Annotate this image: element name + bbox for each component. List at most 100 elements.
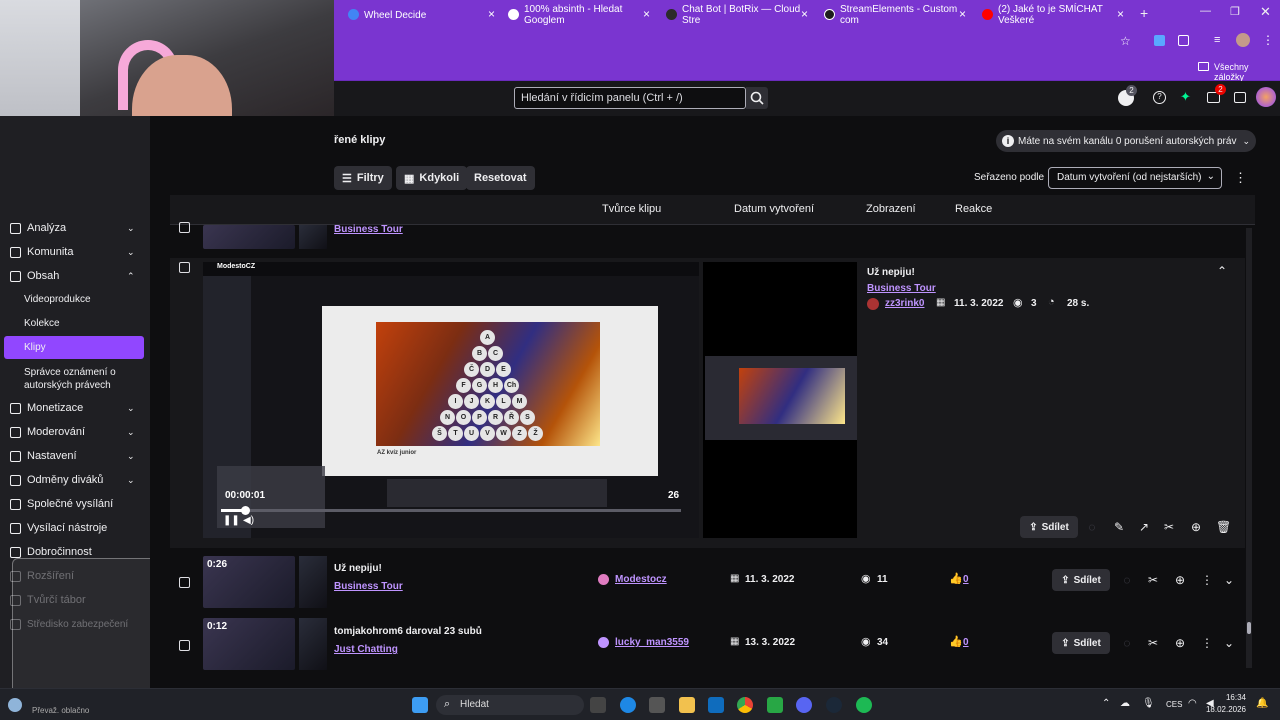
bits-icon[interactable]: ✦ (1180, 89, 1191, 105)
scissors-icon[interactable]: ✂ (1146, 636, 1160, 650)
scrollbar-thumb[interactable] (1247, 622, 1251, 634)
close-tab-icon[interactable]: × (488, 7, 495, 21)
clip-thumbnail[interactable]: 0:26 (203, 556, 295, 608)
clip-thumbnail[interactable]: 0:12 (203, 618, 295, 670)
extensions-puzzle-icon[interactable] (1178, 35, 1189, 46)
language-indicator[interactable]: CES (1166, 700, 1182, 709)
weather-icon[interactable] (8, 698, 22, 712)
search-button[interactable] (746, 87, 768, 109)
edit-icon[interactable]: ✎ (1112, 520, 1126, 534)
clip-thumbnail[interactable] (203, 225, 295, 249)
sidebar-sub-copyright[interactable]: Správce oznámení o autorských právech (0, 366, 128, 392)
clip-reactions[interactable]: 0 (963, 574, 969, 585)
collapse-icon[interactable]: ⌃ (1217, 264, 1227, 278)
outlook-icon[interactable] (708, 697, 724, 713)
add-icon[interactable]: ⊕ (1173, 636, 1187, 650)
clip-reactions[interactable]: 0 (963, 637, 969, 648)
sidebar-item-obsah[interactable]: Obsah ⌃ (0, 265, 150, 287)
app-icon[interactable] (767, 697, 783, 713)
sidebar-item-spolecne[interactable]: Společné vysílání (0, 493, 150, 515)
date-range-button[interactable]: ▦ Kdykoli (396, 166, 468, 190)
reset-button[interactable]: Resetovat (466, 166, 535, 190)
chevron-down-icon[interactable]: ⌄ (1222, 636, 1236, 650)
player-progress-track[interactable] (221, 509, 681, 512)
pause-icon[interactable]: ❚❚ (223, 515, 240, 526)
clip-creator-link[interactable]: lucky_man3559 (615, 637, 689, 648)
delete-icon[interactable]: 🗑 (1216, 520, 1231, 534)
row-checkbox[interactable] (179, 577, 190, 588)
star-icon[interactable]: ☆ (1120, 34, 1131, 48)
close-tab-icon[interactable]: × (801, 7, 808, 21)
close-tab-icon[interactable]: × (643, 7, 650, 21)
clip-creator-link[interactable]: Modestocz (615, 574, 667, 585)
clip-video-player[interactable]: ModestoCZ A B C Č D E F G H Ch I J K L M N O P R Ř S Š T U V W Z Ž … (203, 262, 699, 538)
spotify-icon[interactable] (856, 697, 872, 713)
task-view-icon[interactable] (590, 697, 606, 713)
sidebar-sub-videoprodukce[interactable]: Videoprodukce (0, 294, 150, 305)
minimize-icon[interactable]: — (1200, 5, 1211, 17)
sidebar-item-komunita[interactable]: Komunita ⌄ (0, 241, 150, 263)
sidebar-item-vysilaci[interactable]: Vysílací nástroje (0, 517, 150, 539)
file-explorer-icon[interactable] (679, 697, 695, 713)
browser-tab[interactable]: Wheel Decide × (346, 3, 501, 27)
all-bookmarks-link[interactable]: Všechny záložky (1214, 62, 1280, 82)
sidebar-sub-klipy[interactable]: Klipy (0, 342, 150, 353)
external-link-icon[interactable]: ↗ (1137, 520, 1151, 534)
sort-select[interactable]: Datum vytvoření (od nejstarších) ⌄ (1048, 167, 1222, 189)
clip-category-link[interactable]: Business Tour (334, 224, 403, 235)
sidebar-item-nastaveni[interactable]: Nastavení ⌄ (0, 445, 150, 467)
sidebar-item-moderovani[interactable]: Moderování ⌄ (0, 421, 150, 443)
help-icon[interactable]: ? (1153, 91, 1166, 104)
close-tab-icon[interactable]: × (959, 7, 966, 21)
discord-icon[interactable] (796, 697, 812, 713)
browser-menu-icon[interactable]: ⋮ (1262, 33, 1274, 47)
sidebar-item-monetizace[interactable]: Monetizace ⌄ (0, 397, 150, 419)
sidebar-sub-kolekce[interactable]: Kolekce (0, 318, 150, 329)
add-icon[interactable]: ⊕ (1189, 520, 1203, 534)
clip-category-link[interactable]: Business Tour (334, 581, 403, 592)
more-options-icon[interactable]: ⋮ (1234, 170, 1247, 186)
windows-start-icon[interactable] (412, 697, 428, 713)
maximize-icon[interactable]: ❐ (1230, 5, 1240, 18)
chevron-down-icon[interactable]: ⌄ (1222, 573, 1236, 587)
browser-tab[interactable]: (2) Jaké to je SMÍCHAT Veškeré × (980, 3, 1130, 27)
more-icon[interactable]: ⋮ (1200, 636, 1214, 650)
steam-icon[interactable] (826, 697, 842, 713)
browser-tab[interactable]: Chat Bot | BotRix — Cloud Stre × (664, 3, 814, 27)
wifi-icon[interactable]: ◠ (1188, 698, 1197, 709)
close-window-icon[interactable]: ✕ (1260, 4, 1271, 20)
clip-creator-link[interactable]: zz3rink0 (885, 298, 924, 309)
edge-icon[interactable] (620, 697, 636, 713)
whispers-icon[interactable] (1234, 92, 1246, 103)
volume-icon[interactable]: ◀) (243, 515, 254, 526)
clip-category-link[interactable]: Business Tour (867, 283, 936, 294)
filters-button[interactable]: ☰ Filtry (334, 166, 392, 190)
network-icon[interactable]: ☁ (1120, 698, 1130, 709)
media-icon[interactable]: ≡ (1214, 34, 1220, 46)
taskbar-search[interactable]: ⌕ Hledat (436, 695, 584, 715)
share-button[interactable]: ⇪ Sdílet (1052, 632, 1110, 654)
share-button[interactable]: ⇪ Sdílet (1020, 516, 1078, 538)
user-avatar[interactable] (1256, 87, 1276, 107)
row-checkbox[interactable] (179, 222, 190, 233)
new-tab-button[interactable]: + (1140, 5, 1148, 21)
notification-bell-icon[interactable]: 🔔 (1256, 698, 1268, 709)
mic-icon[interactable]: 🎙 (1142, 698, 1155, 709)
close-tab-icon[interactable]: × (1117, 7, 1124, 21)
scissors-icon[interactable]: ✂ (1146, 573, 1160, 587)
add-icon[interactable]: ⊕ (1173, 573, 1187, 587)
profile-avatar[interactable] (1236, 33, 1250, 47)
browser-tab[interactable]: StreamElements - Custom com × (822, 3, 972, 27)
share-button[interactable]: ⇪ Sdílet (1052, 569, 1110, 591)
clip-category-link[interactable]: Just Chatting (334, 644, 398, 655)
browser-tab[interactable]: 100% absinth - Hledat Googlem × (506, 3, 656, 27)
extension-icon[interactable] (1154, 35, 1165, 46)
clock-time[interactable]: 16:34 (1224, 693, 1246, 702)
scrollbar-track[interactable] (1246, 228, 1252, 668)
tray-chevron-icon[interactable]: ⌃ (1102, 698, 1110, 709)
store-icon[interactable] (649, 697, 665, 713)
player-scrubber[interactable] (241, 506, 250, 515)
copyright-notice-button[interactable]: i Máte na svém kanálu 0 porušení autorsk… (996, 130, 1256, 152)
row-checkbox[interactable] (179, 640, 190, 651)
clock-date[interactable]: 18.02.2026 (1200, 705, 1246, 714)
